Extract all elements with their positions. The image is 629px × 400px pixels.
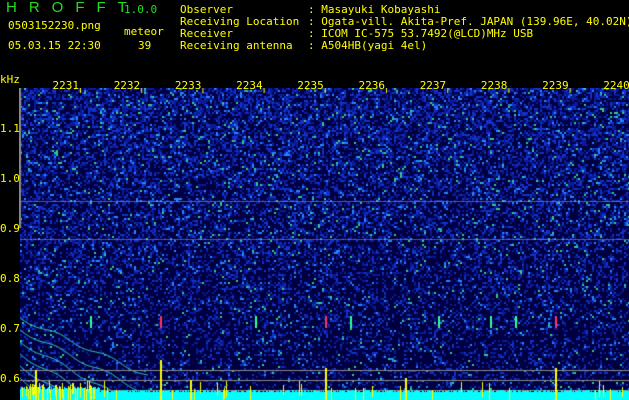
x-tick-label: 2234: [236, 79, 263, 92]
info-label: Receiving antenna: [180, 39, 293, 52]
spectrogram: [20, 88, 629, 400]
meteor-label: meteor: [124, 25, 164, 38]
info-value: A504HB(yagi 4el): [321, 39, 428, 52]
y-tick-label: 1.0: [0, 172, 20, 185]
app-version: 1.0.0: [124, 3, 158, 16]
x-tick-label: 2240: [603, 79, 629, 92]
y-tick-label: 0.8: [0, 272, 20, 285]
datetime: 05.03.15 22:30: [8, 39, 101, 52]
x-tick-label: 2235: [297, 79, 324, 92]
x-tick-label: 2236: [358, 79, 386, 92]
x-tick-label: 2239: [542, 79, 569, 92]
info-antenna: Receiving antenna: A504HB(yagi 4el): [180, 39, 428, 52]
y-tick-label: 0.7: [0, 322, 20, 335]
app-title: HROFFT: [6, 0, 139, 16]
x-tick-label: 2238: [480, 79, 508, 92]
x-tick-label: 2232: [113, 79, 141, 92]
y-tick-label: 0.6: [0, 372, 20, 385]
x-tick-label: 2231: [52, 79, 80, 92]
x-tick-label: 2233: [174, 79, 202, 92]
y-tick-label: 1.1: [0, 122, 20, 135]
y-axis-line: [19, 88, 20, 228]
y-axis-unit: kHz: [0, 73, 20, 86]
y-tick-label: 0.9: [0, 222, 20, 235]
filename: 0503152230.png: [8, 19, 101, 32]
meteor-count: 39: [138, 39, 152, 52]
x-tick-label: 2237: [419, 79, 447, 92]
